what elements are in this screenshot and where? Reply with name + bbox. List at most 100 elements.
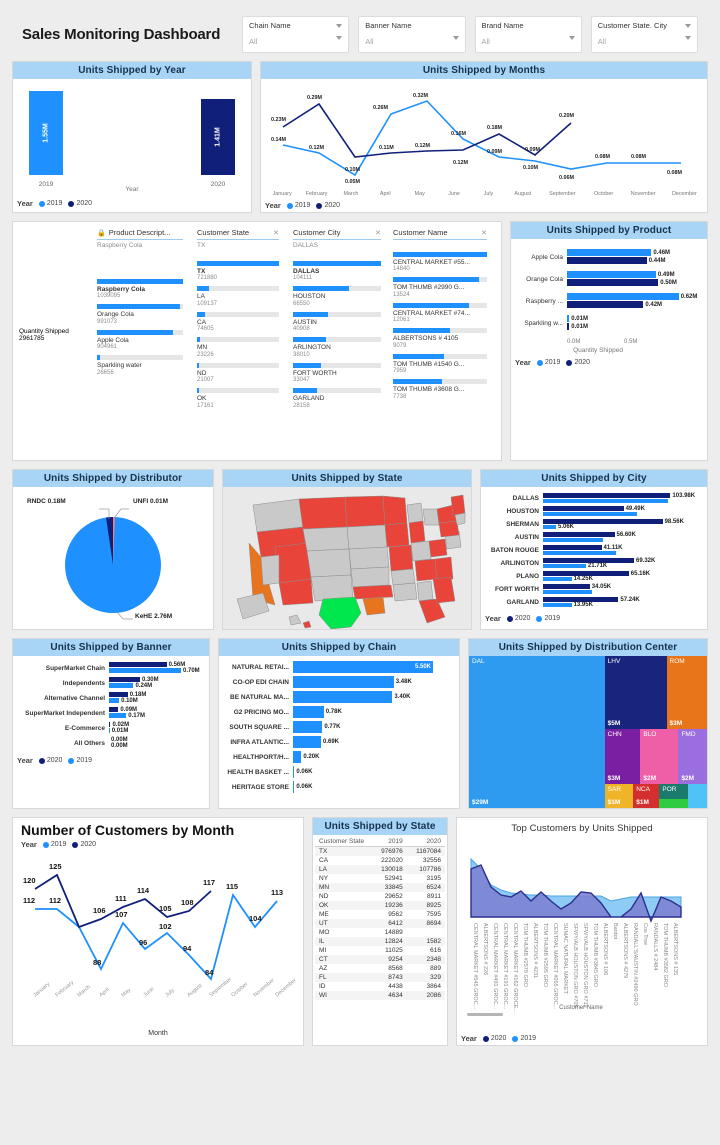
label-2019-may: 107: [115, 910, 128, 919]
label-2020-july: 0.18M: [487, 125, 502, 131]
product-group-raspberry[interactable]: Raspberry ... 0.62M 0.42M: [515, 293, 697, 309]
tree-node-state[interactable]: OK 17161: [197, 388, 279, 409]
chart-units-by-chain[interactable]: NATURAL RETAI... 5.50K CO-OP EDI CHAIN 3…: [219, 656, 459, 798]
bar-2019: 5.06K: [543, 524, 673, 530]
tree-node-root[interactable]: Quantity Shipped 2961785: [19, 328, 97, 342]
treemap-label: DAL: [472, 658, 485, 665]
chart-units-by-distributor[interactable]: RNDC 0.18M UNFI 0.01M KeHE 2.76M: [13, 487, 213, 627]
tick-january: January: [272, 191, 292, 197]
bar-2020[interactable]: 1.41M 2020: [201, 99, 235, 188]
tree-node-product[interactable]: Raspberry Cola 1039095: [97, 279, 183, 299]
chevron-down-icon[interactable]: [685, 23, 691, 28]
chevron-down-icon[interactable]: [336, 36, 343, 40]
tree-node-customer[interactable]: TOM THUMB #1540 G... 7959: [393, 353, 487, 374]
tick-august: August: [186, 983, 203, 999]
table-row: LA 130018 107786: [315, 865, 445, 874]
col-2020: 2020: [426, 838, 441, 845]
close-icon[interactable]: ✕: [375, 229, 381, 237]
bar-2019[interactable]: 1.55M 2019: [29, 91, 63, 188]
tree-node-customer[interactable]: CENTRAL MARKET #74... 12061: [393, 302, 487, 323]
tree-node-city[interactable]: DALLAS 104111: [293, 261, 381, 281]
tree-node-customer[interactable]: TOM THUMB #3608 G... 7738: [393, 379, 487, 400]
tree-col-state-header[interactable]: Customer State ✕: [197, 228, 279, 240]
state-table-wrapper[interactable]: Customer State 2019 2020 TX 976976 1167084…: [313, 835, 447, 1040]
chart-units-by-city[interactable]: DALLAS 103.98K HOUSTON 49.49K SHERMAN 98…: [481, 487, 707, 612]
tree-node-state[interactable]: ND 21007: [197, 362, 279, 383]
chart-units-by-year[interactable]: 1.55M 2019 1.41M 2020 Year: [13, 79, 251, 197]
tree-node-city[interactable]: GARLAND 28158: [293, 388, 381, 409]
treemap-node-blo[interactable]: BLO $2M: [640, 728, 679, 784]
chart-units-by-banner[interactable]: SuperMarket Chain 0.56M 0.70M Independen…: [13, 656, 209, 754]
treemap-node-chn[interactable]: CHN $3M: [604, 728, 641, 784]
tree-node-customer[interactable]: TOM THUMB #2990 G... 13524: [393, 277, 487, 298]
chevron-down-icon[interactable]: [336, 23, 343, 28]
tree-node-state[interactable]: LA 109137: [197, 286, 279, 307]
tree-node-state[interactable]: TX 721880: [197, 261, 279, 281]
decomposition-tree[interactable]: Quantity Shipped 2961785 🔒 Product Descr…: [19, 228, 495, 456]
state-ms: [392, 582, 418, 602]
legend-label-2020: 2020: [574, 359, 591, 366]
chart-units-by-dc-treemap[interactable]: DAL $29M LHV $5M ROM $3M CHN $3M BLO $2M…: [469, 656, 707, 808]
product-label: Sparkling w...: [524, 319, 563, 327]
slicer-brand-name[interactable]: Brand Name All: [474, 16, 582, 53]
table-row: MN 33845 6524: [315, 883, 445, 892]
city-group: AUSTIN 56.60K: [483, 532, 673, 543]
treemap-node-dal[interactable]: DAL $29M: [469, 656, 605, 808]
table-row: UT 6412 8694: [315, 919, 445, 928]
treemap-node-por[interactable]: POR: [659, 783, 688, 799]
tree-node-product[interactable]: Sparkling water 26656: [97, 355, 183, 376]
tick-february: February: [305, 191, 328, 197]
product-group-sparkling[interactable]: Sparkling w... 0.01M 0.01M: [515, 315, 681, 331]
tree-node-city[interactable]: FORT WORTH 33047: [293, 362, 381, 383]
chevron-down-icon[interactable]: [568, 36, 575, 40]
label-2019-apr: 88: [93, 958, 101, 967]
tree-node-product[interactable]: Apple Cola 904961: [97, 329, 183, 350]
chevron-down-icon[interactable]: [452, 36, 459, 40]
tree-node-city[interactable]: AUSTIN 40908: [293, 311, 381, 332]
treemap-node-fmd[interactable]: FMD $2M: [678, 728, 707, 784]
bar-2020: 56.60K: [543, 532, 673, 538]
treemap-node-nca[interactable]: NCA $1M: [633, 783, 660, 808]
close-icon[interactable]: ✕: [273, 229, 279, 237]
chart-top-customers[interactable]: CENTRAL MARKET #545 GROC... ALBERTSONS #…: [457, 837, 707, 1032]
city-label: GARLAND: [506, 599, 540, 606]
legend-dot-2020: [38, 757, 45, 764]
chart-customers-by-month[interactable]: 112 112 88 107 96 102 94 84 115 104 113 …: [13, 851, 303, 1037]
legend-title: Year: [515, 358, 531, 367]
treemap-node-green[interactable]: [659, 798, 688, 808]
slicer-banner-name[interactable]: Banner Name All: [358, 16, 466, 53]
cell-state: ID: [319, 983, 326, 990]
tree-node-city[interactable]: HOUSTON 66550: [293, 286, 381, 307]
chart-units-by-product[interactable]: Apple Cola 0.46M 0.44M Orange Cola 0.49M…: [511, 239, 707, 356]
slicer-chain-name[interactable]: Chain Name All: [242, 16, 350, 53]
tree-col-product-header[interactable]: 🔒 Product Descript...: [97, 228, 183, 240]
label-2019-may: 0.32M: [413, 93, 428, 99]
tree-node-customer[interactable]: ALBERTSONS # 4105 9079: [393, 328, 487, 349]
card-title-units-by-state-map: Units Shipped by State: [223, 470, 471, 487]
bar-2019: [543, 512, 673, 516]
chevron-down-icon[interactable]: [685, 36, 691, 40]
bar-value: 21.71K: [587, 563, 608, 569]
product-group-orange[interactable]: Orange Cola 0.49M 0.50M: [515, 271, 681, 287]
close-icon[interactable]: ✕: [481, 229, 487, 237]
bar-value: 0.06K: [296, 769, 313, 775]
tree-col-customer-header[interactable]: Customer Name ✕: [393, 228, 487, 240]
chart-units-by-state-map[interactable]: [223, 487, 471, 629]
chart-units-by-months[interactable]: 0.14M 0.12M 0.05M 0.26M 0.32M 0.16M 0.09…: [261, 79, 707, 199]
tree-node-state[interactable]: CA 74605: [197, 311, 279, 332]
treemap-node-rom[interactable]: ROM $3M: [666, 656, 707, 729]
treemap-node-lhv[interactable]: LHV $5M: [604, 656, 667, 729]
product-group-apple[interactable]: Apple Cola 0.46M 0.44M: [515, 249, 681, 265]
treemap-value: $3M: [669, 719, 683, 727]
tree-col-city-header[interactable]: Customer City ✕: [293, 228, 381, 240]
table-row: MO 14889: [315, 928, 445, 937]
slicer-customer-state-city[interactable]: Customer State. City All: [590, 16, 698, 53]
tick-customer-4: CENTRAL MARKET #162 GROCE...: [512, 923, 518, 1013]
tree-node-state[interactable]: MN 23226: [197, 337, 279, 358]
tree-node-product[interactable]: Orange Cola 991073: [97, 304, 183, 325]
treemap-node-sar[interactable]: SAR $1M: [604, 783, 634, 808]
label-2019-november: 0.08M: [631, 154, 646, 160]
treemap-node-cyan[interactable]: [687, 783, 707, 808]
tree-node-city[interactable]: ARLINGTON 38010: [293, 337, 381, 358]
tree-node-customer[interactable]: CENTRAL MARKET #55... 14840: [393, 252, 487, 272]
